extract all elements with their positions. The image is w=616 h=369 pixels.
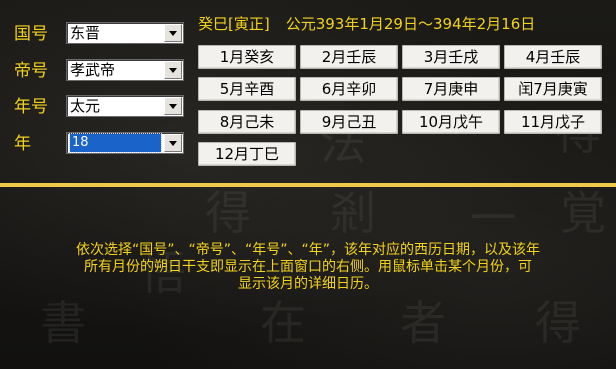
emperor-label: 帝号 xyxy=(14,61,48,81)
country-dropdown-button[interactable] xyxy=(164,24,182,42)
month-button[interactable]: 12月丁巳 xyxy=(198,142,296,166)
instructions-line: 依次选择“国号”、“帝号”、“年号”、“年”，该年对应的西历日期，以及该年 xyxy=(75,242,541,258)
month-button[interactable]: 闰7月庚寅 xyxy=(504,77,602,101)
chevron-down-icon xyxy=(169,104,177,109)
year-label: 年 xyxy=(14,134,31,154)
emperor-select-value: 孝武帝 xyxy=(70,61,116,79)
emperor-dropdown-button[interactable] xyxy=(164,61,182,79)
month-button[interactable]: 11月戊子 xyxy=(504,110,602,134)
month-button[interactable]: 6月辛卯 xyxy=(300,77,398,101)
year-date-range: 公元393年1月29日～394年2月16日 xyxy=(285,15,536,33)
instructions-text: 依次选择“国号”、“帝号”、“年号”、“年”，该年对应的西历日期，以及该年 所有… xyxy=(12,242,604,293)
country-label: 国号 xyxy=(14,24,48,44)
year-ganzhi: 癸巳[寅正] xyxy=(198,15,270,33)
year-heading: 癸巳[寅正] 公元393年1月29日～394年2月16日 xyxy=(198,14,535,34)
era-select[interactable]: 太元 xyxy=(66,95,184,117)
country-select[interactable]: 东晋 xyxy=(66,22,184,44)
month-button[interactable]: 2月壬辰 xyxy=(300,45,398,69)
instructions-line: 所有月份的朔日干支即显示在上面窗口的右侧。用鼠标单击某个月份，可 xyxy=(84,259,532,275)
month-button[interactable]: 4月壬辰 xyxy=(504,45,602,69)
month-button[interactable]: 8月己未 xyxy=(198,110,296,134)
year-select[interactable]: 18 xyxy=(66,132,184,154)
era-dropdown-button[interactable] xyxy=(164,97,182,115)
month-button[interactable]: 7月庚申 xyxy=(402,77,500,101)
era-label: 年号 xyxy=(14,97,48,117)
emperor-select[interactable]: 孝武帝 xyxy=(66,59,184,81)
month-button[interactable]: 5月辛酉 xyxy=(198,77,296,101)
month-button[interactable]: 1月癸亥 xyxy=(198,45,296,69)
country-select-value: 东晋 xyxy=(70,24,101,42)
chevron-down-icon xyxy=(169,141,177,146)
chevron-down-icon xyxy=(169,31,177,36)
month-button[interactable]: 9月己丑 xyxy=(300,110,398,134)
chevron-down-icon xyxy=(169,68,177,73)
instructions-line: 显示该月的详细日历。 xyxy=(238,276,378,292)
year-select-value: 18 xyxy=(69,133,162,153)
month-button[interactable]: 3月壬戌 xyxy=(402,45,500,69)
panel-divider xyxy=(0,183,616,187)
month-button[interactable]: 10月戊午 xyxy=(402,110,500,134)
year-dropdown-button[interactable] xyxy=(164,134,182,152)
calendar-window: 国号 帝号 年号 年 东晋 孝武帝 太元 18 癸巳[寅正] 公元393年1月29… xyxy=(0,0,616,369)
era-select-value: 太元 xyxy=(70,97,101,115)
